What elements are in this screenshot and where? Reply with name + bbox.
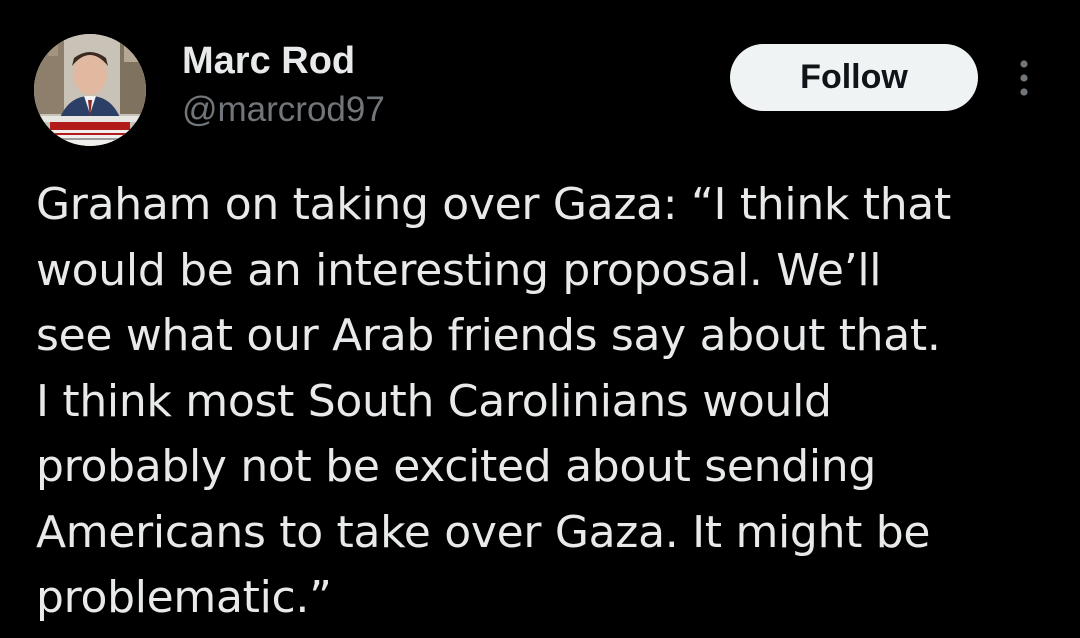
- more-dots-graphic: [1020, 60, 1028, 96]
- author-handle[interactable]: @marcrod97: [182, 90, 385, 130]
- profile-photo-icon: [34, 34, 146, 146]
- avatar[interactable]: [34, 34, 146, 146]
- tweet-text: Graham on taking over Gaza: “I think tha…: [36, 179, 951, 623]
- author-display-name[interactable]: Marc Rod: [182, 40, 355, 83]
- more-vertical-icon[interactable]: [1012, 58, 1036, 98]
- follow-button[interactable]: Follow: [730, 44, 978, 111]
